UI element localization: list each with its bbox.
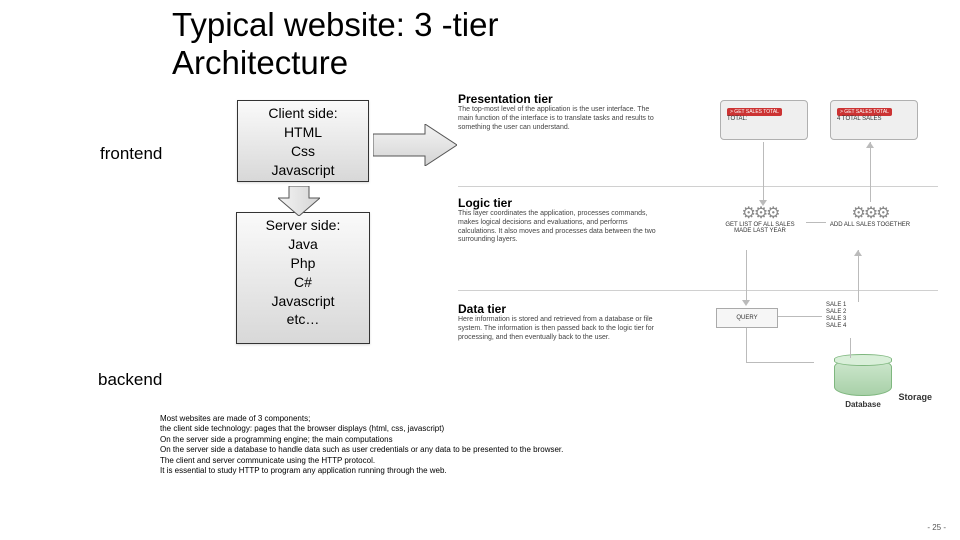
diagram-connector xyxy=(746,250,747,302)
server-item-3: Javascript xyxy=(237,292,369,311)
presentation-tier: Presentation tier The top-most level of … xyxy=(458,92,658,132)
diagram-connector xyxy=(870,142,871,202)
tier-separator-1 xyxy=(458,186,938,187)
slide-title: Typical website: 3 -tier Architecture xyxy=(172,6,498,82)
presentation-widget-1: > GET SALES TOTAL TOTAL: xyxy=(720,100,808,140)
storage-label: Storage xyxy=(898,392,932,402)
server-item-4: etc… xyxy=(237,310,369,329)
storage-block: Database xyxy=(816,358,910,409)
logic-tier: Logic tier This layer coordinates the ap… xyxy=(458,196,658,245)
server-item-0: Java xyxy=(237,235,369,254)
note-line-2: On the server side a programming engine;… xyxy=(160,435,690,445)
logic-gears-1: ⚙⚙⚙ GET LIST OF ALL SALES MADE LAST YEAR xyxy=(718,206,802,234)
page-number: - 25 - xyxy=(927,523,946,532)
note-line-1: the client side technology: pages that t… xyxy=(160,424,690,434)
tier-separator-2 xyxy=(458,290,938,291)
gear-icon: ⚙⚙⚙ xyxy=(718,206,802,222)
backend-label: backend xyxy=(98,370,162,390)
presentation-caption-1: TOTAL: xyxy=(727,116,747,122)
server-item-2: C# xyxy=(237,273,369,292)
logic-caption-1: GET LIST OF ALL SALES MADE LAST YEAR xyxy=(718,222,802,234)
logic-gears-2: ⚙⚙⚙ ADD ALL SALES TOGETHER xyxy=(828,206,912,228)
database-label: Database xyxy=(816,400,910,409)
sale-list: SALE 1 SALE 2 SALE 3 SALE 4 xyxy=(826,302,846,330)
presentation-widget-2: > GET SALES TOTAL 4 TOTAL SALES xyxy=(830,100,918,140)
diagram-connector xyxy=(850,338,851,358)
diagram-connector xyxy=(806,222,826,223)
sale-item-2: SALE 3 xyxy=(826,316,846,323)
client-item-2: Javascript xyxy=(238,161,368,180)
arrow-right-icon xyxy=(373,124,457,166)
title-line-2: Architecture xyxy=(172,44,348,81)
note-line-0: Most websites are made of 3 components; xyxy=(160,414,690,424)
presentation-desc: The top-most level of the application is… xyxy=(458,106,658,132)
client-item-1: Css xyxy=(238,142,368,161)
diagram-connector xyxy=(746,362,814,363)
get-sales-button-1: > GET SALES TOTAL xyxy=(727,108,782,116)
sale-item-0: SALE 1 xyxy=(826,302,846,309)
sale-item-3: SALE 4 xyxy=(826,323,846,330)
database-icon xyxy=(834,358,892,396)
data-title: Data tier xyxy=(458,302,658,316)
note-line-3: On the server side a database to handle … xyxy=(160,445,690,455)
frontend-label: frontend xyxy=(100,144,162,164)
diagram-connector xyxy=(778,316,822,317)
three-tier-diagram: Presentation tier The top-most level of … xyxy=(458,92,938,422)
note-line-4: The client and server communicate using … xyxy=(160,456,690,466)
sale-item-1: SALE 2 xyxy=(826,309,846,316)
arrowhead-down-icon xyxy=(759,200,767,206)
server-side-header: Server side: xyxy=(237,213,369,235)
note-line-5: It is essential to study HTTP to program… xyxy=(160,466,690,476)
client-item-0: HTML xyxy=(238,123,368,142)
arrowhead-up-icon xyxy=(866,142,874,148)
arrowhead-up-icon xyxy=(854,250,862,256)
client-side-header: Client side: xyxy=(238,101,368,123)
data-desc: Here information is stored and retrieved… xyxy=(458,316,658,342)
server-item-1: Php xyxy=(237,254,369,273)
query-box: QUERY xyxy=(716,308,778,328)
title-line-1: Typical website: 3 -tier xyxy=(172,6,498,43)
gear-icon: ⚙⚙⚙ xyxy=(828,206,912,222)
logic-title: Logic tier xyxy=(458,196,658,210)
get-sales-button-2: > GET SALES TOTAL xyxy=(837,108,892,116)
diagram-connector xyxy=(763,142,764,202)
presentation-title: Presentation tier xyxy=(458,92,658,106)
speaker-notes: Most websites are made of 3 components; … xyxy=(160,414,690,476)
server-side-box: Server side: Java Php C# Javascript etc… xyxy=(236,212,370,344)
presentation-caption-2: 4 TOTAL SALES xyxy=(837,116,881,122)
data-tier: Data tier Here information is stored and… xyxy=(458,302,658,342)
logic-caption-2: ADD ALL SALES TOGETHER xyxy=(828,222,912,228)
diagram-connector xyxy=(858,250,859,302)
logic-desc: This layer coordinates the application, … xyxy=(458,210,658,245)
arrowhead-down-icon xyxy=(742,300,750,306)
client-side-box: Client side: HTML Css Javascript xyxy=(237,100,369,182)
diagram-connector xyxy=(746,328,747,362)
